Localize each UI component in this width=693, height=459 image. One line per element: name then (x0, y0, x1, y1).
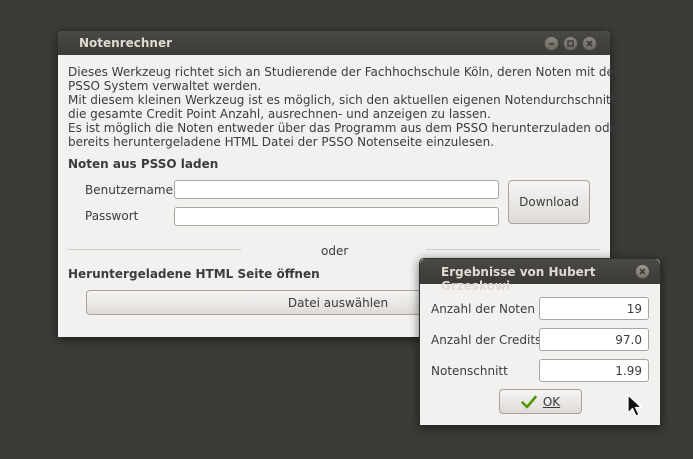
grade-average-label: Notenschnitt (431, 364, 508, 378)
dialog-title: Ergebnisse von Hubert Grzeskowi (441, 265, 596, 293)
checkmark-icon (521, 395, 537, 408)
download-button[interactable]: Download (508, 180, 590, 224)
close-icon (639, 268, 646, 275)
username-label: Benutzername (85, 183, 173, 197)
grade-average-value: 1.99 (539, 359, 649, 382)
ok-button-label: OK (542, 394, 561, 409)
results-titlebar[interactable]: Ergebnisse von Hubert Grzeskowi (420, 259, 660, 293)
psso-section-heading: Noten aus PSSO laden (68, 157, 219, 171)
file-select-button-label: Datei auswählen (287, 295, 389, 310)
description-line: Mit diesem kleinen Werkzeug ist es mögli… (68, 93, 658, 107)
notes-count-label: Anzahl der Noten (431, 302, 535, 316)
description-line: Dieses Werkzeug richtet sich an Studiere… (68, 65, 626, 79)
minimize-icon (549, 43, 554, 45)
download-button-label: Download (519, 195, 579, 209)
window-title: Notenrechner (79, 36, 173, 50)
maximize-icon (567, 40, 574, 47)
password-label: Passwort (85, 209, 139, 223)
username-field[interactable] (174, 180, 499, 199)
separator-right (426, 249, 600, 250)
close-icon (586, 40, 593, 47)
dialog-close-button[interactable] (635, 264, 650, 279)
results-dialog: Ergebnisse von Hubert Grzeskowi Anzahl d… (419, 258, 661, 426)
or-label: oder (321, 244, 349, 258)
notes-count-value: 19 (539, 297, 649, 320)
ok-button[interactable]: OK (499, 389, 582, 414)
close-button[interactable] (582, 36, 597, 51)
credits-count-value: 97.0 (539, 328, 649, 351)
description-line: die gesamte Credit Point Anzahl, ausrech… (68, 107, 491, 121)
credits-count-label: Anzahl der Credits (431, 333, 542, 347)
maximize-button[interactable] (563, 36, 578, 51)
separator-left (68, 249, 241, 250)
minimize-button[interactable] (544, 36, 559, 51)
mouse-pointer-icon (627, 394, 643, 417)
html-section-heading: Heruntergeladene HTML Seite öffnen (68, 267, 320, 281)
main-titlebar[interactable]: Notenrechner (58, 31, 610, 55)
description-line: Es ist möglich die Noten entweder über d… (68, 121, 652, 135)
description-line: PSSO System verwaltet werden. (68, 79, 262, 93)
description-line: bereits heruntergeladene HTML Datei der … (68, 135, 494, 149)
password-field[interactable] (174, 207, 499, 226)
